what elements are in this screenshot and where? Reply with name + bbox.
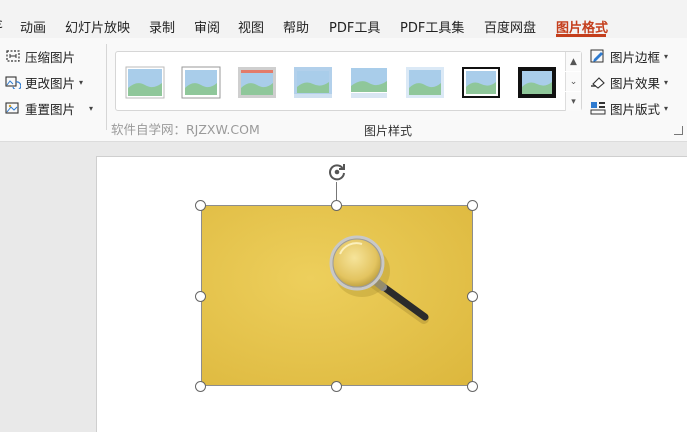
magnifying-glass-photo (202, 206, 472, 385)
picture-effects-button[interactable]: 图片效果 ▾ (590, 73, 668, 91)
chevron-down-icon: ▾ (79, 77, 84, 87)
chevron-down-icon: ▾ (664, 103, 669, 113)
resize-handle-bottom-right[interactable] (467, 381, 478, 392)
chevron-down-icon: ▾ (664, 51, 669, 61)
change-picture-button[interactable]: 更改图片 ▾ (5, 73, 83, 91)
gallery-scroll-down-button[interactable]: ⌄ (565, 72, 581, 91)
resize-handle-bottom[interactable] (331, 381, 342, 392)
resize-handle-top-right[interactable] (467, 200, 478, 211)
change-picture-icon (5, 75, 22, 91)
active-tab-indicator (556, 34, 606, 37)
picture-style-thumb[interactable] (461, 66, 501, 99)
reset-picture-button[interactable]: 重置图片 ▾ (5, 99, 93, 117)
resize-handle-left[interactable] (195, 291, 206, 302)
selected-picture[interactable] (201, 205, 473, 386)
chevron-down-icon: ▾ (664, 77, 669, 87)
resize-handle-bottom-left[interactable] (195, 381, 206, 392)
chevron-down-icon: ▾ (89, 103, 94, 113)
compress-pictures-button[interactable]: 压缩图片 (5, 47, 75, 65)
layout-icon (590, 101, 606, 115)
tab-view[interactable]: 视图 (238, 17, 264, 36)
tab-record[interactable]: 录制 (149, 17, 175, 36)
compress-icon (5, 49, 21, 63)
picture-style-thumb[interactable] (293, 66, 333, 99)
watermark-text: 软件自学网：RJZXW.COM (111, 122, 260, 137)
picture-effects-label: 图片效果 (610, 75, 661, 91)
picture-border-label: 图片边框 (610, 49, 661, 65)
tab-animation[interactable]: 动画 (20, 17, 46, 36)
tab-slideshow[interactable]: 幻灯片放映 (65, 17, 130, 36)
reset-picture-icon (5, 101, 21, 115)
change-picture-label: 更改图片 (25, 75, 76, 91)
picture-layout-label: 图片版式 (610, 101, 661, 117)
picture-style-thumb[interactable] (181, 66, 221, 99)
tab-partial[interactable]: ɛ (0, 17, 3, 32)
dialog-launcher-icon[interactable] (674, 126, 683, 135)
resize-handle-top[interactable] (331, 200, 342, 211)
gallery-more-button[interactable]: ▾ (565, 92, 581, 111)
rotate-icon[interactable] (325, 160, 349, 184)
picture-styles-group-label: 图片样式 (364, 124, 413, 138)
picture-style-thumb[interactable] (349, 66, 389, 99)
picture-style-thumb[interactable] (517, 66, 557, 99)
tab-baidu-netdisk[interactable]: 百度网盘 (484, 17, 536, 36)
picture-border-button[interactable]: 图片边框 ▾ (590, 47, 668, 65)
compress-pictures-label: 压缩图片 (25, 49, 76, 65)
resize-handle-top-left[interactable] (195, 200, 206, 211)
reset-picture-label: 重置图片 (25, 101, 76, 117)
picture-style-thumb[interactable] (125, 66, 165, 99)
picture-styles-gallery[interactable] (115, 51, 582, 111)
effects-icon (590, 75, 606, 89)
pen-border-icon (590, 49, 606, 63)
group-separator (106, 44, 107, 130)
ribbon-panel: 压缩图片 更改图片 ▾ 重置图片 ▾ ▲ ⌄ ▾ 软件自学网：RJZXW.COM… (0, 38, 687, 142)
gallery-scroll-up-button[interactable]: ▲ (565, 52, 581, 71)
tab-pdf-tools[interactable]: PDF工具 (329, 17, 380, 36)
picture-layout-button[interactable]: 图片版式 ▾ (590, 99, 668, 117)
resize-handle-right[interactable] (467, 291, 478, 302)
picture-style-thumb[interactable] (237, 66, 277, 99)
picture-style-thumb[interactable] (405, 66, 445, 99)
ribbon-tab-bar: ɛ 动画 幻灯片放映 录制 审阅 视图 帮助 PDF工具 PDF工具集 百度网盘… (0, 0, 687, 38)
tab-review[interactable]: 审阅 (194, 17, 220, 36)
tab-pdf-toolset[interactable]: PDF工具集 (400, 17, 464, 36)
tab-help[interactable]: 帮助 (283, 17, 309, 36)
